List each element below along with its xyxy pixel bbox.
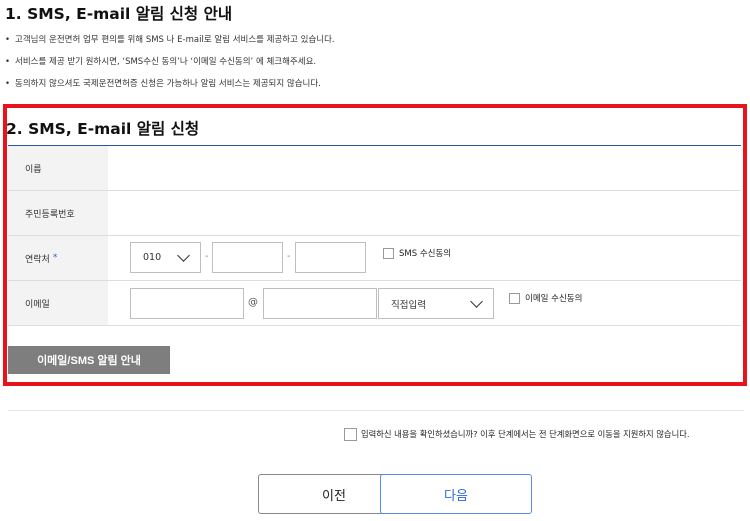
required-mark: * [52,253,58,263]
section2-title: 2. SMS, E-mail 알림 신청 [6,120,200,138]
chevron-down-icon [470,295,483,308]
phone-dash: - [287,251,291,262]
next-button[interactable]: 다음 [380,474,532,514]
phone-label: 연락처 [25,254,50,265]
resident-number-label: 주민등록번호 [8,191,108,235]
phone-middle-input[interactable] [212,242,283,273]
phone-dash: - [205,251,209,262]
email-domain-input[interactable] [263,288,377,319]
confirm-label: 입력하신 내용을 확인하셨습니까? 이후 단계에서는 전 단계화면으로 이동을 … [361,429,690,439]
email-label: 이메일 [8,281,108,325]
phone-last-input[interactable] [295,242,366,273]
email-consent-checkbox[interactable] [509,293,520,304]
confirm-checkbox[interactable] [344,428,357,441]
phone-prefix-select[interactable]: 010 [130,242,201,273]
email-domain-select[interactable]: 직접입력 [378,288,494,319]
chevron-down-icon [177,249,190,262]
email-consent-label: 이메일 수신동의 [525,294,583,304]
name-row: 이름 [8,146,741,191]
email-id-input[interactable] [130,288,244,319]
sms-consent-label: SMS 수신동의 [399,249,452,259]
name-label: 이름 [8,146,108,190]
phone-prefix-value: 010 [143,252,162,263]
notice-list: 고객님의 운전면허 업무 편의를 위해 SMS 나 E-mail로 알림 서비스… [5,34,335,100]
notice-item: 동의하지 않으셔도 국제운전면허증 신청은 가능하나 알림 서비스는 제공되지 … [5,78,335,100]
email-sms-guide-button[interactable]: 이메일/SMS 알림 안내 [8,346,170,374]
email-domain-select-value: 직접입력 [391,299,426,311]
resident-number-row: 주민등록번호 [8,191,741,236]
email-at-sign: @ [248,297,258,308]
phone-row: 연락처 * [8,236,741,281]
notice-item: 서비스를 제공 받기 원하시면, ‘SMS수신 동의’나 ‘이메일 수신동의’ … [5,56,335,78]
sms-consent-checkbox[interactable] [383,248,394,259]
notice-item: 고객님의 운전면허 업무 편의를 위해 SMS 나 E-mail로 알림 서비스… [5,34,335,56]
confirm-divider [8,410,744,411]
section1-title: 1. SMS, E-mail 알림 신청 안내 [5,5,233,23]
phone-label-cell: 연락처 * [8,236,108,280]
